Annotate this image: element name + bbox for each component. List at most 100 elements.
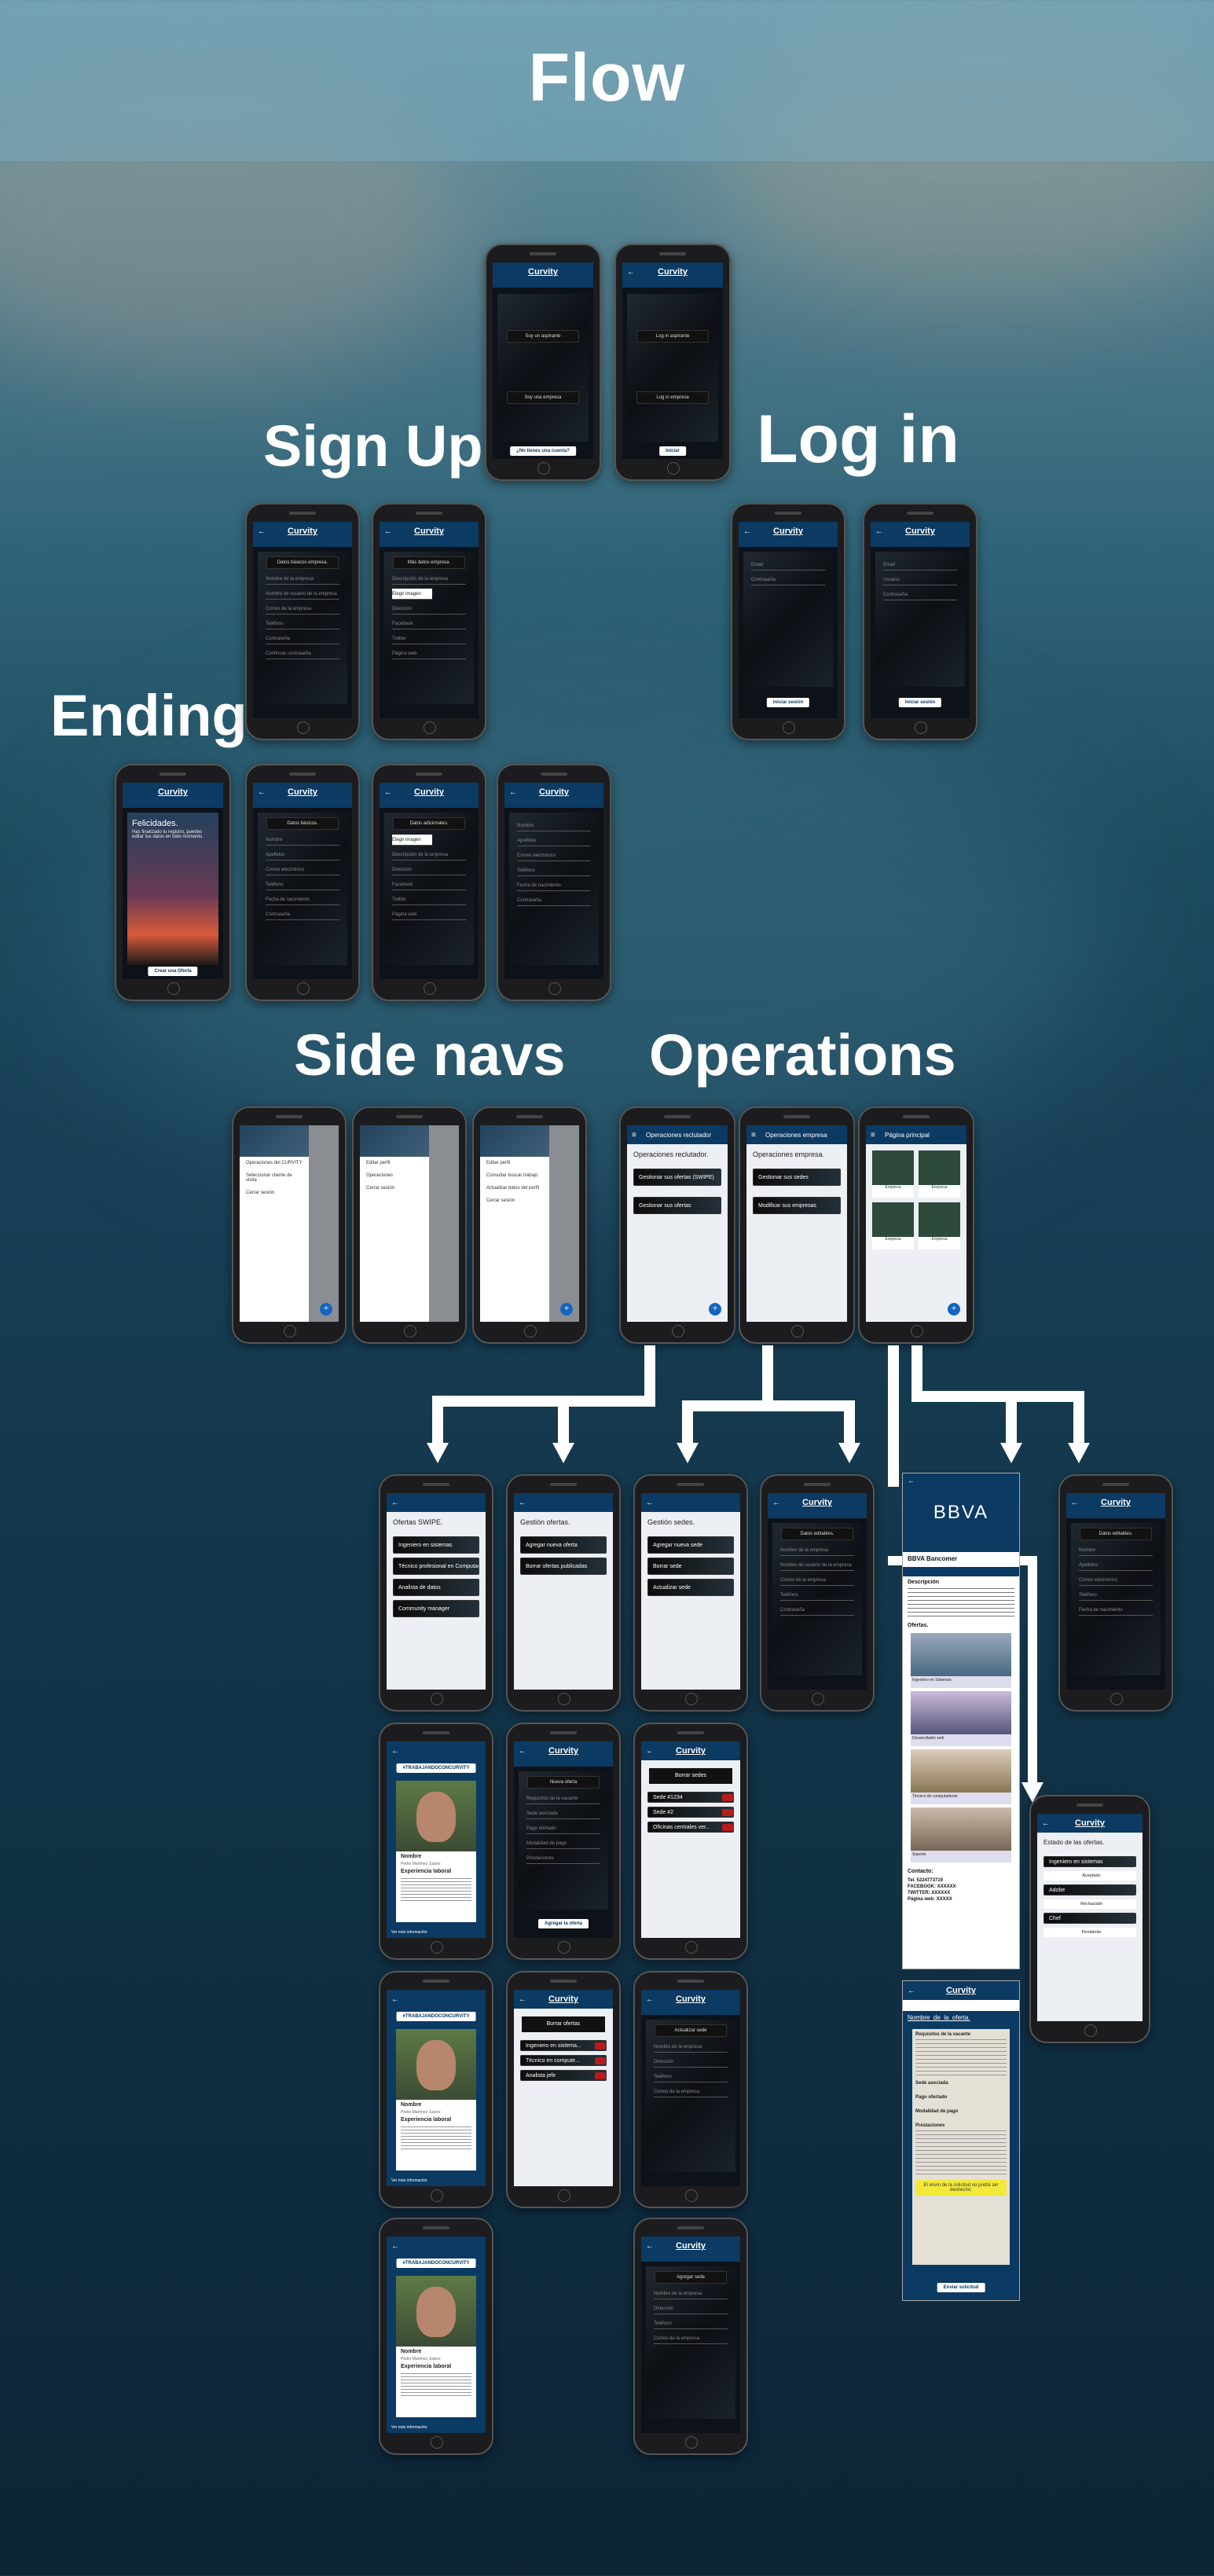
back-icon[interactable]: ← [384, 788, 392, 797]
back-icon[interactable]: ← [646, 1499, 654, 1507]
field[interactable]: Contraseña [517, 895, 591, 906]
field[interactable]: Descripción de la empresa [392, 574, 466, 585]
field[interactable]: Nombre [266, 835, 339, 846]
field[interactable]: Prestaciones [526, 1853, 600, 1864]
field[interactable]: Requisitos de la vacante [526, 1793, 600, 1804]
field[interactable]: Página web [392, 909, 466, 920]
offer-row[interactable]: Técnico en compute... [520, 2055, 607, 2066]
field[interactable]: Dirección [654, 2057, 728, 2068]
field[interactable]: Teléfono [1079, 1590, 1153, 1601]
field[interactable]: Confirmar contraseña [266, 648, 339, 659]
delete-icon[interactable] [595, 2072, 606, 2079]
back-icon[interactable]: ← [384, 527, 392, 536]
login-button[interactable]: Iniciar sesión [898, 698, 942, 707]
field[interactable]: Nombre de la empresa [780, 1545, 854, 1556]
sede-row[interactable]: Oficinas centrales ver... [647, 1822, 734, 1833]
choose-image-button[interactable]: Elegir imagen [392, 835, 433, 846]
field[interactable]: Contraseña [266, 909, 339, 920]
drawer-item[interactable]: Operaciones del CURVITY [240, 1157, 309, 1169]
delete-icon[interactable] [722, 1794, 733, 1801]
ops-button[interactable]: Actualizar sede [647, 1579, 734, 1596]
back-icon[interactable]: ← [646, 1995, 654, 2004]
back-icon[interactable]: ← [627, 268, 635, 277]
status-offer[interactable]: Ingeniero en sistemas [1043, 1856, 1136, 1867]
menu-icon[interactable]: ≡ [632, 1131, 636, 1139]
offer-row[interactable]: Analista jefe [520, 2070, 607, 2081]
field[interactable]: Teléfono [266, 618, 339, 629]
field[interactable]: Pago ofertado [526, 1823, 600, 1834]
field[interactable]: Apellidos [517, 835, 591, 846]
no-account-button[interactable]: ¿No tienes una cuenta? [510, 446, 576, 456]
field[interactable]: Correo de la empresa [780, 1575, 854, 1586]
publish-button[interactable]: Agregar la oferta [537, 1919, 589, 1928]
login-seeker-button[interactable]: Log in aspirante [636, 330, 710, 343]
field[interactable]: Fecha de nacimiento [1079, 1605, 1153, 1616]
back-icon[interactable]: ← [258, 788, 266, 797]
ops-button[interactable]: Gestionar sus ofertas [633, 1197, 721, 1214]
back-icon[interactable]: ← [743, 527, 751, 536]
offer-item[interactable]: Analista de datos [393, 1579, 479, 1596]
add-icon[interactable]: + [709, 1303, 721, 1316]
back-icon[interactable]: ← [908, 1477, 915, 1484]
field[interactable]: Correo electrónico [517, 850, 591, 861]
field[interactable]: Nombre de usuario de la empresa [780, 1560, 854, 1571]
drawer-item[interactable]: Operaciones [360, 1169, 429, 1182]
delete-icon[interactable] [595, 2042, 606, 2049]
drawer-item[interactable]: Editar perfil [480, 1157, 549, 1169]
delete-icon[interactable] [722, 1809, 733, 1816]
field[interactable]: Contraseña [780, 1605, 854, 1616]
field[interactable]: Teléfono [654, 2071, 728, 2082]
ops-button[interactable]: Borrar ofertas publicadas [520, 1558, 607, 1575]
field[interactable]: Nombre de la empresa [654, 2288, 728, 2299]
login-button[interactable]: Iniciar sesión [766, 698, 810, 707]
back-icon[interactable]: ← [519, 1499, 526, 1507]
field[interactable]: Twitter [392, 894, 466, 905]
email-field[interactable]: Email [883, 560, 957, 571]
company-card[interactable]: Empresa [872, 1202, 914, 1249]
offer-card[interactable]: Técnico de computadoras [911, 1749, 1011, 1804]
field[interactable]: Sede asociada [526, 1808, 600, 1819]
more-info[interactable]: Ver más información [391, 1930, 427, 1935]
password-field[interactable]: Contraseña [751, 574, 825, 585]
offer-card[interactable]: Desarrollador web [911, 1691, 1011, 1746]
ops-button[interactable]: Gestionar sus ofertas (SWIPE) [633, 1169, 721, 1186]
offer-card[interactable]: Ingeniero en Sistemas [911, 1633, 1011, 1688]
field[interactable]: Nombre de usuario de la empresa [266, 589, 339, 600]
back-icon[interactable]: ← [391, 1995, 399, 2004]
delete-icon[interactable] [595, 2057, 606, 2064]
back-icon[interactable]: ← [772, 1499, 780, 1507]
drawer-item[interactable]: Editar perfil [360, 1157, 429, 1169]
status-offer[interactable]: Chef [1043, 1913, 1136, 1924]
login-company-button[interactable]: Log in empresa [636, 391, 710, 404]
sede-row[interactable]: Sede #2 [647, 1807, 734, 1818]
company-card[interactable]: Empresa [919, 1150, 960, 1198]
company-card[interactable]: Empresa [872, 1150, 914, 1198]
offer-item[interactable]: Community manager [393, 1600, 479, 1617]
field[interactable]: Nombre [1079, 1545, 1153, 1556]
field[interactable]: Dirección [392, 864, 466, 875]
back-icon[interactable]: ← [391, 1499, 399, 1507]
back-icon[interactable]: ← [258, 527, 266, 536]
ops-button[interactable]: Agregar nueva oferta [520, 1536, 607, 1554]
field[interactable]: Fecha de nacimiento [266, 894, 339, 905]
field[interactable]: Dirección [654, 2303, 728, 2314]
field[interactable]: Correo electrónico [1079, 1575, 1153, 1586]
password-field[interactable]: Contraseña [883, 589, 957, 600]
sede-row[interactable]: Sede #1234 [647, 1792, 734, 1803]
back-icon[interactable]: ← [519, 1747, 526, 1756]
offer-item[interactable]: Ingeniero en sistemas [393, 1536, 479, 1554]
back-icon[interactable]: ← [875, 527, 883, 536]
field[interactable]: Twitter [392, 633, 466, 644]
drawer-item[interactable]: Cerrar sesión [240, 1187, 309, 1199]
field[interactable]: Teléfono [780, 1590, 854, 1601]
field[interactable]: Página web [392, 648, 466, 659]
more-info[interactable]: Ver más información [391, 2178, 427, 2183]
field[interactable]: Correo de la empresa [654, 2086, 728, 2097]
drawer-item[interactable]: Cerrar sesión [480, 1194, 549, 1207]
field[interactable]: Correo de la empresa [654, 2333, 728, 2344]
field[interactable]: Apellidos [266, 849, 339, 861]
ops-button[interactable]: Gestionar sus sedes [753, 1169, 841, 1186]
status-offer[interactable]: Adobe [1043, 1884, 1136, 1895]
back-icon[interactable]: ← [391, 1747, 399, 1756]
company-card[interactable]: Empresa [919, 1202, 960, 1249]
